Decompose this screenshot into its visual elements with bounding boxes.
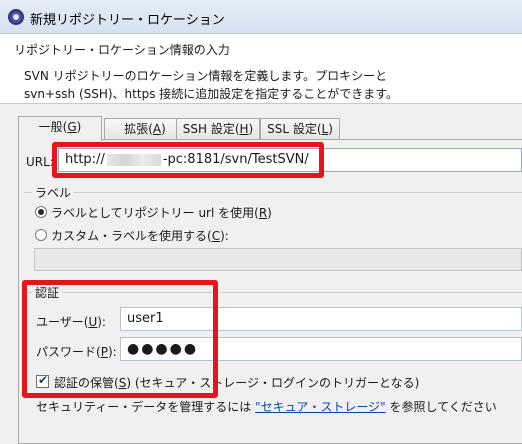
banner-desc-line2: svn+ssh (SSH)、https 接続に追加設定を指定することができます。 xyxy=(24,87,399,101)
banner-desc-line1: SVN リポジトリーのロケーション情報を定義します。プロキシーと xyxy=(24,69,388,83)
tab-general-label: 一般 xyxy=(38,120,63,134)
tab-advanced-mnemonic: A xyxy=(152,122,162,136)
wizard-banner: リポジトリー・ロケーション情報の入力 SVN リポジトリーのロケーション情報を定… xyxy=(0,34,522,104)
custom-label-text: カスタム・ラベルを使用する(C): xyxy=(51,229,229,243)
tab-general-mnemonic: G xyxy=(67,120,77,134)
option2-text: カスタム・ラベルを使用する( xyxy=(51,229,212,243)
banner-description: SVN リポジトリーのロケーション情報を定義します。プロキシーと svn+ssh… xyxy=(24,67,398,103)
tab-ssl-settings[interactable]: SSL 設定(L) xyxy=(260,118,340,140)
tab-ssh-settings[interactable]: SSH 設定(H) xyxy=(176,118,260,140)
auth-highlight-box xyxy=(22,280,218,398)
tab-ssh-mnemonic: H xyxy=(239,122,249,136)
option1-mnemonic: R xyxy=(258,206,268,220)
custom-label-input[interactable] xyxy=(34,248,522,271)
url-label: URL: xyxy=(26,155,54,169)
tab-advanced[interactable]: 拡張(A) xyxy=(104,118,186,140)
secure-text-post: を参照してください xyxy=(385,400,497,414)
window-title: 新規リポジトリー・ロケーション xyxy=(30,13,225,28)
secure-storage-link[interactable]: "セキュア・ストレージ" xyxy=(255,400,386,414)
tab-ssl-mnemonic: L xyxy=(321,122,329,136)
label-group-title: ラベル xyxy=(32,184,75,201)
option1-text: ラベルとしてリポジトリー url を使用( xyxy=(51,206,259,220)
eclipse-icon xyxy=(8,9,24,25)
use-url-as-label-radio[interactable] xyxy=(35,206,47,218)
tab-advanced-label: 拡張 xyxy=(124,122,149,136)
title-bar: 新規リポジトリー・ロケーション xyxy=(0,0,522,34)
banner-title: リポジトリー・ロケーション情報の入力 xyxy=(14,43,230,57)
tab-ssl-label: SSL 設定 xyxy=(267,122,317,136)
label-group-border xyxy=(24,192,522,193)
url-highlight-box xyxy=(52,142,324,178)
option2-mnemonic: C xyxy=(211,229,221,243)
custom-label-radio[interactable] xyxy=(35,229,47,241)
secure-storage-note: セキュリティー・データを管理するには "セキュア・ストレージ" を参照してくださ… xyxy=(36,398,497,415)
tab-general[interactable]: 一般(G) xyxy=(18,116,102,141)
use-url-as-label-text: ラベルとしてリポジトリー url を使用(R) xyxy=(51,206,272,220)
tab-ssh-label: SSH 設定 xyxy=(182,122,235,136)
secure-text-pre: セキュリティー・データを管理するには xyxy=(36,400,256,414)
